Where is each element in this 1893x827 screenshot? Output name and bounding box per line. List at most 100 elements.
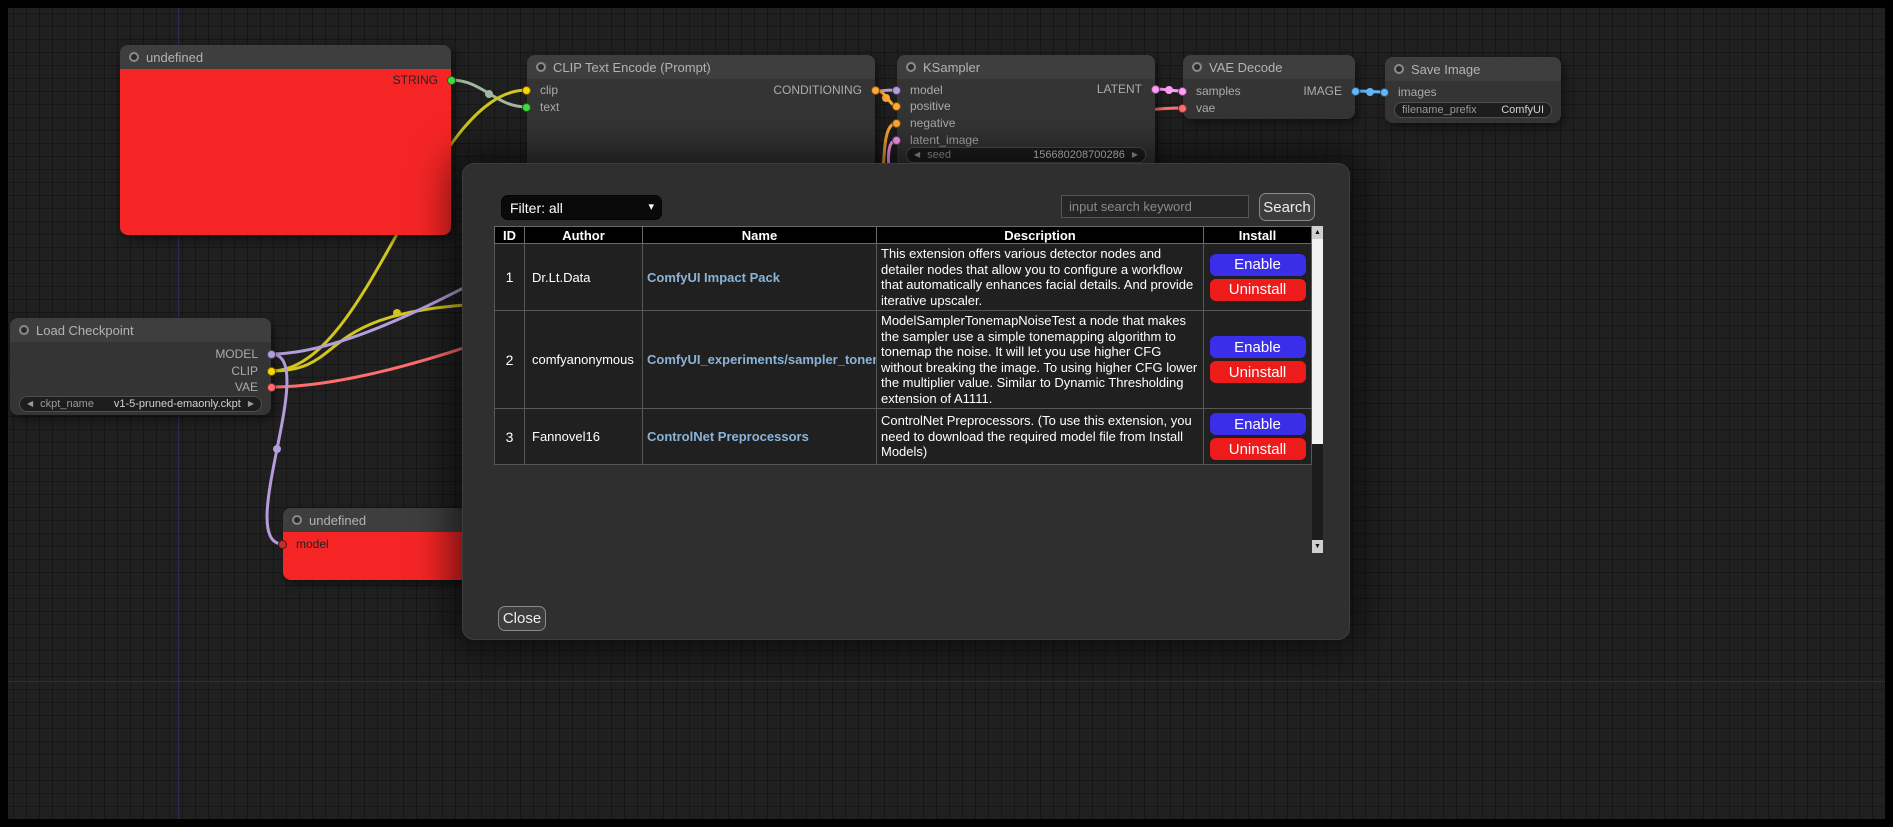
input-dot-model[interactable] (278, 540, 287, 549)
input-label-text: text (540, 100, 559, 114)
collapse-dot-icon[interactable] (906, 62, 916, 72)
node-ksampler[interactable]: KSampler model positive negative latent_… (897, 55, 1155, 170)
collapse-dot-icon[interactable] (1192, 62, 1202, 72)
error-node-body (120, 69, 451, 235)
node-title-bar[interactable]: undefined (283, 508, 468, 532)
output-label-image: IMAGE (1303, 84, 1342, 98)
extension-link[interactable]: ComfyUI Impact Pack (647, 270, 780, 285)
search-input[interactable] (1061, 195, 1249, 218)
canvas-edge (1885, 0, 1893, 827)
node-title: undefined (309, 513, 366, 528)
collapse-dot-icon[interactable] (536, 62, 546, 72)
node-title-bar[interactable]: CLIP Text Encode (Prompt) (527, 55, 875, 79)
node-title-bar[interactable]: KSampler (897, 55, 1155, 79)
output-dot-conditioning[interactable] (871, 86, 880, 95)
node-title: KSampler (923, 60, 980, 75)
header-id: ID (495, 227, 525, 244)
search-button[interactable]: Search (1259, 193, 1315, 221)
scroll-down-icon[interactable]: ▼ (1312, 540, 1323, 553)
collapse-dot-icon[interactable] (129, 52, 139, 62)
output-dot-latent[interactable] (1151, 85, 1160, 94)
output-dot-model[interactable] (267, 350, 276, 359)
extension-author: comfyanonymous (525, 311, 643, 409)
output-dot-vae[interactable] (267, 383, 276, 392)
increment-arrow-icon[interactable]: ▶ (1132, 151, 1138, 159)
extension-link[interactable]: ComfyUI_experiments/sampler_tonemap (647, 352, 877, 367)
output-label-vae: VAE (235, 380, 258, 394)
enable-button[interactable]: Enable (1210, 413, 1306, 435)
node-undefined-string[interactable]: undefined STRING (120, 45, 451, 235)
input-label-positive: positive (910, 99, 951, 113)
filter-dropdown[interactable]: Filter: all (501, 195, 662, 220)
input-label-latent-image: latent_image (910, 133, 979, 147)
header-author: Author (525, 227, 643, 244)
input-dot-latent-image[interactable] (892, 136, 901, 145)
output-dot-image[interactable] (1351, 87, 1360, 96)
node-title-bar[interactable]: Save Image (1385, 57, 1561, 81)
node-title: CLIP Text Encode (Prompt) (553, 60, 711, 75)
enable-button[interactable]: Enable (1210, 254, 1306, 276)
extension-author: Fannovel16 (525, 409, 643, 465)
node-title: Save Image (1411, 62, 1480, 77)
extension-row: 2 comfyanonymous ComfyUI_experiments/sam… (495, 311, 1312, 409)
input-dot-images[interactable] (1380, 88, 1389, 97)
extension-link[interactable]: ControlNet Preprocessors (647, 429, 809, 444)
node-undefined-model[interactable]: undefined model (283, 508, 468, 580)
close-button[interactable]: Close (498, 606, 546, 631)
custom-nodes-manager-dialog: Filter: all ▾ Search ID Author Name Desc… (462, 163, 1350, 640)
input-label-vae: vae (1196, 101, 1215, 115)
output-dot-clip[interactable] (267, 367, 276, 376)
wire-midpoint-dot (485, 90, 493, 98)
decrement-arrow-icon[interactable]: ◀ (27, 400, 33, 408)
scrollbar-thumb[interactable] (1312, 239, 1323, 444)
output-label-clip: CLIP (231, 364, 258, 378)
node-title-bar[interactable]: Load Checkpoint (10, 318, 271, 342)
scroll-up-icon[interactable]: ▲ (1312, 226, 1323, 239)
node-clip-text-encode[interactable]: CLIP Text Encode (Prompt) clip text COND… (527, 55, 875, 175)
extension-id: 3 (495, 409, 525, 465)
output-label-model: MODEL (215, 347, 258, 361)
canvas-edge (0, 819, 1893, 827)
node-save-image[interactable]: Save Image images filename_prefix ComfyU… (1385, 57, 1561, 123)
extension-description: ControlNet Preprocessors. (To use this e… (877, 409, 1204, 465)
input-dot-vae[interactable] (1178, 104, 1187, 113)
scrollbar[interactable]: ▲ ▼ (1312, 226, 1323, 553)
output-dot-string[interactable] (447, 76, 456, 85)
uninstall-button[interactable]: Uninstall (1210, 279, 1306, 301)
ckpt-name-widget[interactable]: ◀ ckpt_name v1-5-pruned-emaonly.ckpt ▶ (19, 396, 262, 412)
node-title-bar[interactable]: undefined (120, 45, 451, 69)
header-install: Install (1204, 227, 1312, 244)
increment-arrow-icon[interactable]: ▶ (248, 400, 254, 408)
output-label-conditioning: CONDITIONING (773, 83, 862, 97)
wire-midpoint-dot (273, 445, 281, 453)
input-label-model: model (296, 537, 329, 551)
node-load-checkpoint[interactable]: Load Checkpoint MODEL CLIP VAE ◀ ckpt_na… (10, 318, 271, 415)
output-label-string: STRING (393, 73, 438, 87)
node-title-bar[interactable]: VAE Decode (1183, 55, 1355, 79)
wire-midpoint-dot (393, 309, 401, 317)
extension-description: ModelSamplerTonemapNoiseTest a node that… (877, 311, 1204, 409)
collapse-dot-icon[interactable] (19, 325, 29, 335)
wire-midpoint-dot (1366, 88, 1374, 96)
canvas-edge (0, 0, 1893, 8)
node-title: Load Checkpoint (36, 323, 134, 338)
extension-author: Dr.Lt.Data (525, 244, 643, 311)
enable-button[interactable]: Enable (1210, 336, 1306, 358)
input-dot-text[interactable] (522, 103, 531, 112)
filter-dropdown-wrap: Filter: all ▾ (501, 195, 662, 220)
wire-midpoint-dot (1165, 86, 1173, 94)
collapse-dot-icon[interactable] (1394, 64, 1404, 74)
uninstall-button[interactable]: Uninstall (1210, 438, 1306, 460)
node-vae-decode[interactable]: VAE Decode samples vae IMAGE (1183, 55, 1355, 119)
filename-prefix-widget[interactable]: filename_prefix ComfyUI (1394, 102, 1552, 118)
collapse-dot-icon[interactable] (292, 515, 302, 525)
uninstall-button[interactable]: Uninstall (1210, 361, 1306, 383)
extension-id: 2 (495, 311, 525, 409)
seed-widget[interactable]: ◀ seed 156680208700286 ▶ (906, 147, 1146, 163)
decrement-arrow-icon[interactable]: ◀ (914, 151, 920, 159)
header-description: Description (877, 227, 1204, 244)
node-title: VAE Decode (1209, 60, 1282, 75)
extension-row: 3 Fannovel16 ControlNet Preprocessors Co… (495, 409, 1312, 465)
input-dot-negative[interactable] (892, 119, 901, 128)
input-dot-positive[interactable] (892, 102, 901, 111)
